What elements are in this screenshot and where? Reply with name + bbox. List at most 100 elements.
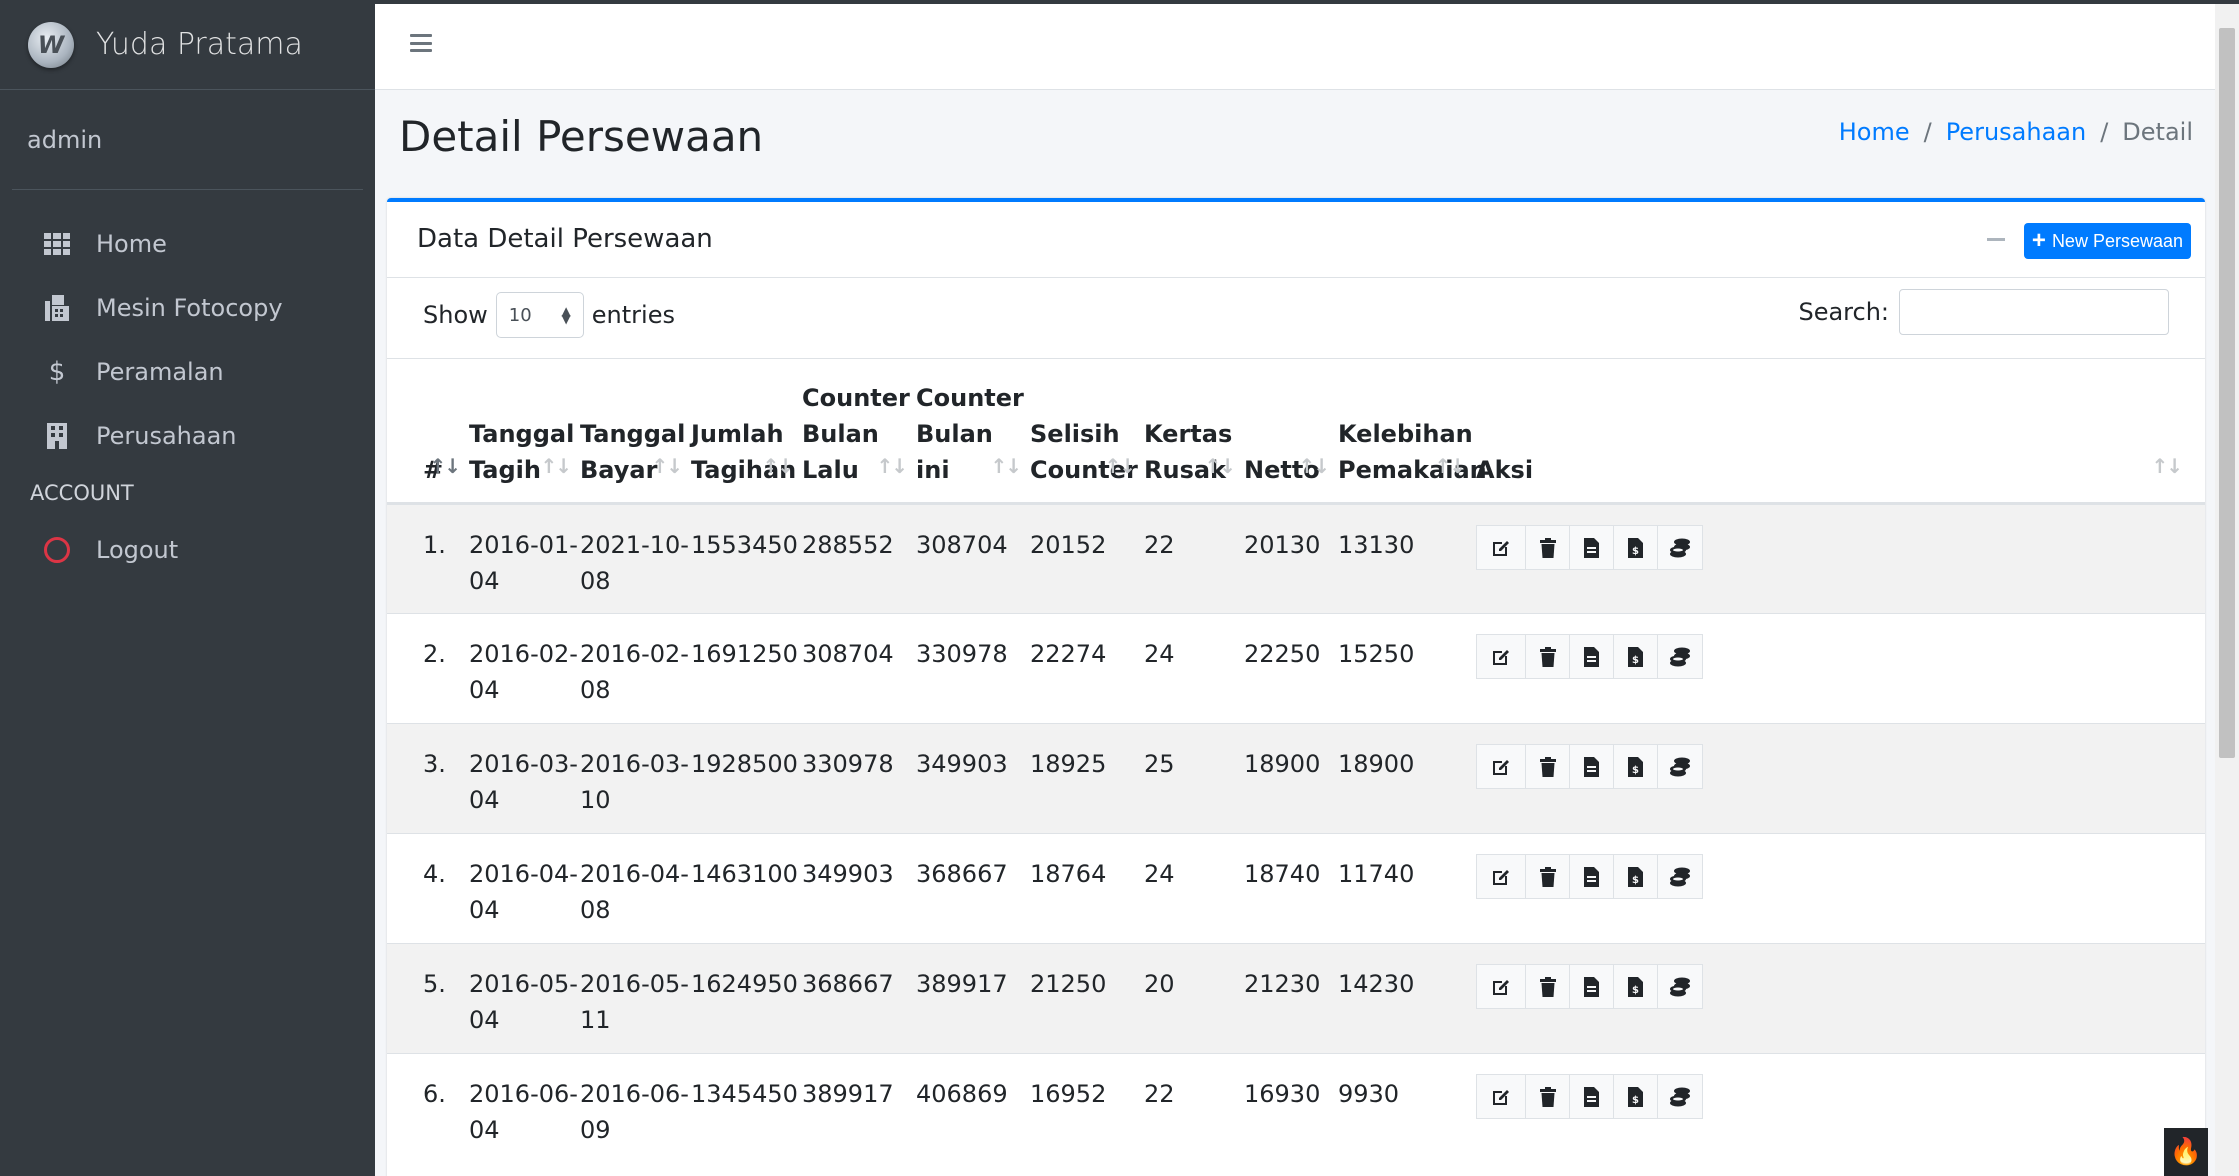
breadcrumb-home[interactable]: Home xyxy=(1839,118,1910,146)
table-cell: 2016-06- 04 xyxy=(469,1053,580,1164)
hamburger-icon[interactable] xyxy=(410,34,432,52)
col-header-no[interactable]: # ↑↓ xyxy=(387,358,469,505)
table-cell: 18740 xyxy=(1244,833,1338,944)
entries-label: entries xyxy=(591,301,675,329)
edit-button[interactable] xyxy=(1476,1074,1526,1119)
page-scrollbar[interactable] xyxy=(2215,4,2239,1176)
detail-table: # ↑↓ Tanggal Tagih ↑↓ Tanggal Bayar ↑↓ Jumlah… xyxy=(387,358,2205,1164)
sidebar-item-label: Peramalan xyxy=(96,358,224,386)
sidebar-item-home[interactable]: Home xyxy=(0,212,375,276)
svg-text:$: $ xyxy=(1632,985,1639,996)
file-button[interactable] xyxy=(1569,964,1614,1009)
scrollbar-thumb[interactable] xyxy=(2219,28,2235,758)
table-row: 5. 2016-05- 04 2016-05- 11 1624950 368667 38991… xyxy=(387,943,2205,1054)
col-header-tanggal-bayar[interactable]: Tanggal Bayar ↑↓ xyxy=(580,358,691,505)
table-controls: Show 10 ▲ ▼ entries Search: xyxy=(387,278,2205,358)
edit-icon xyxy=(1491,867,1511,887)
edit-icon xyxy=(1491,757,1511,777)
edit-button[interactable] xyxy=(1476,634,1526,679)
sidebar-item-peramalan[interactable]: $ Peramalan xyxy=(0,340,375,404)
col-header-counter-bulan-lalu[interactable]: Counter Bulan Lalu ↑↓ xyxy=(802,358,916,505)
trash-button[interactable] xyxy=(1525,1074,1570,1119)
col-header-tanggal-tagih[interactable]: Tanggal Tagih ↑↓ xyxy=(469,358,580,505)
coins-button[interactable] xyxy=(1657,964,1703,1009)
breadcrumb-perusahaan[interactable]: Perusahaan xyxy=(1946,118,2087,146)
user-panel[interactable]: admin xyxy=(12,90,363,190)
table-cell: 1. xyxy=(387,503,469,614)
sort-icon: ↑↓ xyxy=(762,454,793,478)
trash-button[interactable] xyxy=(1525,964,1570,1009)
sidebar-item-perusahaan[interactable]: Perusahaan xyxy=(0,404,375,468)
col-header-kertas-rusak[interactable]: Kertas Rusak ↑↓ xyxy=(1144,358,1244,505)
file-button[interactable] xyxy=(1569,854,1614,899)
coins-button[interactable] xyxy=(1657,744,1703,789)
table-cell: 1553450 xyxy=(691,503,802,614)
new-persewaan-button[interactable]: + New Persewaan xyxy=(2023,223,2191,259)
svg-text:$: $ xyxy=(1632,655,1639,666)
edit-button[interactable] xyxy=(1476,854,1526,899)
circle-icon xyxy=(42,535,72,565)
col-header-counter-bulan-ini[interactable]: Counter Bulan ini ↑↓ xyxy=(916,358,1030,505)
brand-link[interactable]: W Yuda Pratama xyxy=(0,0,375,90)
svg-text:$: $ xyxy=(1632,546,1639,557)
row-actions: $ xyxy=(1476,962,2205,1009)
trash-button[interactable] xyxy=(1525,634,1570,679)
col-header-netto[interactable]: Netto ↑↓ xyxy=(1244,358,1338,505)
col-header-kelebihan-pemakaian[interactable]: Kelebihan Pemakaian ↑↓ xyxy=(1338,358,1487,505)
table-cell: 2016-03- 10 xyxy=(580,723,691,834)
table-cell: 1928500 xyxy=(691,723,802,834)
flame-icon[interactable]: 🔥 xyxy=(2164,1128,2208,1176)
breadcrumb-current: Detail xyxy=(2122,118,2193,146)
search-input[interactable] xyxy=(1899,289,2169,335)
trash-button[interactable] xyxy=(1525,525,1570,570)
table-cell: 2016-03- 04 xyxy=(469,723,580,834)
coins-button[interactable] xyxy=(1657,1074,1703,1119)
collapse-button[interactable] xyxy=(1987,238,2005,241)
table-cell: 18925 xyxy=(1030,723,1144,834)
content-header: Detail Persewaan Home / Perusahaan / Det… xyxy=(375,90,2215,200)
user-name[interactable]: admin xyxy=(27,126,102,154)
sort-icon: ↑↓ xyxy=(540,454,571,478)
edit-button[interactable] xyxy=(1476,525,1526,570)
file-invoice-button[interactable]: $ xyxy=(1613,854,1658,899)
table-cell: 308704 xyxy=(802,613,916,724)
coins-button[interactable] xyxy=(1657,525,1703,570)
sidebar-item-mesin-fotocopy[interactable]: Mesin Fotocopy xyxy=(0,276,375,340)
file-button[interactable] xyxy=(1569,634,1614,679)
col-header-jumlah-tagihan[interactable]: Jumlah Tagihan ↑↓ xyxy=(691,358,802,505)
file-invoice-button[interactable]: $ xyxy=(1613,1074,1658,1119)
file-invoice-button[interactable]: $ xyxy=(1613,964,1658,1009)
col-header-aksi[interactable]: Aksi ↑↓ xyxy=(1474,358,2205,505)
table-cell: 2016-04- 04 xyxy=(469,833,580,944)
trash-button[interactable] xyxy=(1525,854,1570,899)
trash-button[interactable] xyxy=(1525,744,1570,789)
sidebar-item-logout[interactable]: Logout xyxy=(0,518,375,582)
table-cell: 22250 xyxy=(1244,613,1338,724)
coins-button[interactable] xyxy=(1657,854,1703,899)
trash-icon xyxy=(1539,866,1556,887)
table-cell: 11740 xyxy=(1338,833,1474,944)
table-cell-actions: $ xyxy=(1474,503,2205,614)
table-cell-actions: $ xyxy=(1474,833,2205,944)
file-invoice-button[interactable]: $ xyxy=(1613,744,1658,789)
edit-button[interactable] xyxy=(1476,964,1526,1009)
table-cell: 2021-10- 08 xyxy=(580,503,691,614)
page-length: Show 10 ▲ ▼ entries xyxy=(423,292,675,338)
file-button[interactable] xyxy=(1569,525,1614,570)
table-cell: 18764 xyxy=(1030,833,1144,944)
col-header-selisih-counter[interactable]: Selisih Counter ↑↓ xyxy=(1030,358,1144,505)
brand-logo: W xyxy=(28,21,74,68)
trash-icon xyxy=(1539,537,1556,558)
file-button[interactable] xyxy=(1569,1074,1614,1119)
edit-button[interactable] xyxy=(1476,744,1526,789)
coins-button[interactable] xyxy=(1657,634,1703,679)
table-cell: 2016-02- 04 xyxy=(469,613,580,724)
svg-text:$: $ xyxy=(1632,1095,1639,1106)
table-cell: 349903 xyxy=(802,833,916,944)
table-cell: 406869 xyxy=(916,1053,1030,1164)
file-button[interactable] xyxy=(1569,744,1614,789)
page-length-select[interactable]: 10 ▲ ▼ xyxy=(495,292,584,338)
table-row: 4. 2016-04- 04 2016-04- 08 1463100 349903 36866… xyxy=(387,833,2205,944)
file-invoice-button[interactable]: $ xyxy=(1613,525,1658,570)
file-invoice-button[interactable]: $ xyxy=(1613,634,1658,679)
